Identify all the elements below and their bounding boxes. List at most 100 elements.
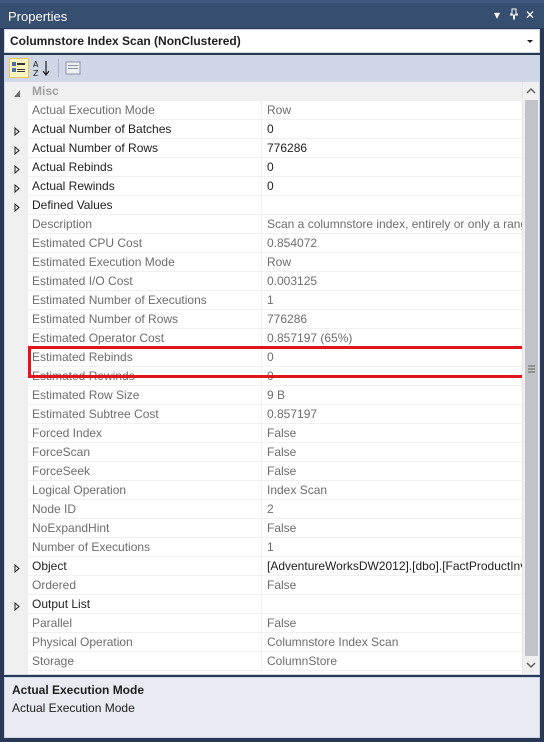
property-name: Node ID bbox=[28, 500, 262, 519]
property-row[interactable]: Estimated Rewinds 0 bbox=[5, 367, 522, 386]
property-name: Estimated Rewinds bbox=[28, 367, 262, 386]
object-selector-dropdown[interactable]: Columnstore Index Scan (NonClustered) bbox=[4, 29, 540, 53]
property-value[interactable]: False bbox=[262, 614, 522, 633]
property-name: Actual Rebinds bbox=[28, 158, 262, 177]
property-value[interactable]: Row bbox=[262, 253, 522, 272]
property-grid[interactable]: Misc Actual Execution Mode Row Actual Numb… bbox=[4, 81, 540, 675]
property-value[interactable]: 1 bbox=[262, 538, 522, 557]
property-name: Estimated Subtree Cost bbox=[28, 405, 262, 424]
property-value[interactable]: 0 bbox=[262, 120, 522, 139]
property-value[interactable]: 1 bbox=[262, 291, 522, 310]
title-bar[interactable]: Properties ▾ ✕ bbox=[0, 0, 544, 28]
property-value[interactable]: 776286 bbox=[262, 139, 522, 158]
property-row[interactable]: Estimated Operator Cost 0.857197 (65%) bbox=[5, 329, 522, 348]
expand-triangle-icon[interactable] bbox=[13, 125, 21, 137]
property-value[interactable]: ColumnStore bbox=[262, 652, 522, 671]
alphabetical-button[interactable]: A Z bbox=[32, 58, 52, 78]
properties-toolbar: A Z bbox=[4, 55, 540, 81]
property-row[interactable]: Estimated Number of Executions 1 bbox=[5, 291, 522, 310]
property-name: Actual Number of Rows bbox=[28, 139, 262, 158]
toolbar-separator bbox=[58, 59, 59, 77]
window-menu-icon[interactable]: ▾ bbox=[491, 8, 503, 22]
property-value[interactable]: False bbox=[262, 519, 522, 538]
property-value[interactable] bbox=[262, 196, 522, 215]
property-row[interactable]: Estimated Subtree Cost 0.857197 bbox=[5, 405, 522, 424]
property-value[interactable]: 2 bbox=[262, 500, 522, 519]
property-row[interactable]: Actual Rebinds 0 bbox=[5, 158, 522, 177]
property-row[interactable]: Number of Executions 1 bbox=[5, 538, 522, 557]
description-title: Actual Execution Mode bbox=[12, 683, 145, 697]
property-row[interactable]: Defined Values bbox=[5, 196, 522, 215]
expand-triangle-icon[interactable] bbox=[13, 562, 21, 574]
property-value[interactable]: 0.854072 bbox=[262, 234, 522, 253]
property-row[interactable]: Physical Operation Columnstore Index Scan bbox=[5, 633, 522, 652]
property-row[interactable]: ForceScan False bbox=[5, 443, 522, 462]
property-name: ForceScan bbox=[28, 443, 262, 462]
property-row[interactable]: Node ID 2 bbox=[5, 500, 522, 519]
vertical-scrollbar[interactable] bbox=[522, 82, 539, 674]
pin-icon[interactable] bbox=[508, 8, 520, 22]
expand-triangle-icon[interactable] bbox=[13, 163, 21, 175]
property-value[interactable]: 0 bbox=[262, 367, 522, 386]
property-value[interactable]: 0 bbox=[262, 177, 522, 196]
property-value[interactable]: Columnstore Index Scan bbox=[262, 633, 522, 652]
scroll-up-icon[interactable] bbox=[525, 85, 537, 97]
property-value[interactable]: False bbox=[262, 443, 522, 462]
property-name: Parallel bbox=[28, 614, 262, 633]
property-name: Physical Operation bbox=[28, 633, 262, 652]
property-row[interactable]: Description Scan a columnstore index, ent… bbox=[5, 215, 522, 234]
property-row[interactable]: ForceSeek False bbox=[5, 462, 522, 481]
expand-triangle-icon[interactable] bbox=[13, 201, 21, 213]
category-label: Misc bbox=[32, 84, 59, 98]
property-value[interactable]: False bbox=[262, 462, 522, 481]
property-row[interactable]: Actual Number of Batches 0 bbox=[5, 120, 522, 139]
property-value[interactable]: 0.857197 (65%) bbox=[262, 329, 522, 348]
collapse-triangle-icon[interactable] bbox=[13, 87, 21, 97]
property-name: Defined Values bbox=[28, 196, 262, 215]
expand-triangle-icon[interactable] bbox=[13, 182, 21, 194]
chevron-down-icon[interactable] bbox=[525, 35, 535, 47]
property-value[interactable]: 776286 bbox=[262, 310, 522, 329]
property-row[interactable]: Estimated Execution Mode Row bbox=[5, 253, 522, 272]
property-row[interactable]: NoExpandHint False bbox=[5, 519, 522, 538]
property-pages-button[interactable] bbox=[63, 58, 83, 78]
property-value[interactable]: Scan a columnstore index, entirely or on… bbox=[262, 215, 522, 234]
property-value[interactable]: 0 bbox=[262, 348, 522, 367]
property-value[interactable]: False bbox=[262, 576, 522, 595]
expand-triangle-icon[interactable] bbox=[13, 144, 21, 156]
property-name: Output List bbox=[28, 595, 262, 614]
property-row[interactable]: Ordered False bbox=[5, 576, 522, 595]
property-value[interactable]: 0.857197 bbox=[262, 405, 522, 424]
property-value[interactable]: 9 B bbox=[262, 386, 522, 405]
property-value[interactable]: [AdventureWorksDW2012].[dbo].[FactProduc… bbox=[262, 557, 522, 576]
property-row[interactable]: Parallel False bbox=[5, 614, 522, 633]
close-icon[interactable]: ✕ bbox=[524, 8, 536, 22]
categorized-button[interactable] bbox=[9, 58, 29, 78]
scrollbar-thumb[interactable] bbox=[525, 100, 538, 656]
scroll-down-icon[interactable] bbox=[525, 659, 537, 671]
property-row[interactable]: Estimated Number of Rows 776286 bbox=[5, 310, 522, 329]
property-row[interactable]: Storage ColumnStore bbox=[5, 652, 522, 671]
property-pages-icon bbox=[65, 61, 81, 75]
property-row[interactable]: Forced Index False bbox=[5, 424, 522, 443]
category-row-misc[interactable]: Misc bbox=[5, 82, 522, 101]
property-name: Actual Execution Mode bbox=[28, 101, 262, 120]
expand-triangle-icon[interactable] bbox=[13, 600, 21, 612]
property-value[interactable]: Index Scan bbox=[262, 481, 522, 500]
grip-icon bbox=[525, 363, 538, 373]
property-row[interactable]: Actual Rewinds 0 bbox=[5, 177, 522, 196]
property-value[interactable] bbox=[262, 595, 522, 614]
property-value[interactable]: 0.003125 bbox=[262, 272, 522, 291]
property-row[interactable]: Logical Operation Index Scan bbox=[5, 481, 522, 500]
property-row[interactable]: Object [AdventureWorksDW2012].[dbo].[Fact… bbox=[5, 557, 522, 576]
property-row[interactable]: Actual Number of Rows 776286 bbox=[5, 139, 522, 158]
property-value[interactable]: Row bbox=[262, 101, 522, 120]
property-row[interactable]: Estimated Row Size 9 B bbox=[5, 386, 522, 405]
property-value[interactable]: False bbox=[262, 424, 522, 443]
property-row[interactable]: Output List bbox=[5, 595, 522, 614]
property-row[interactable]: Estimated Rebinds 0 bbox=[5, 348, 522, 367]
property-row[interactable]: Actual Execution Mode Row bbox=[5, 101, 522, 120]
property-row[interactable]: Estimated CPU Cost 0.854072 bbox=[5, 234, 522, 253]
property-row[interactable]: Estimated I/O Cost 0.003125 bbox=[5, 272, 522, 291]
property-value[interactable]: 0 bbox=[262, 158, 522, 177]
